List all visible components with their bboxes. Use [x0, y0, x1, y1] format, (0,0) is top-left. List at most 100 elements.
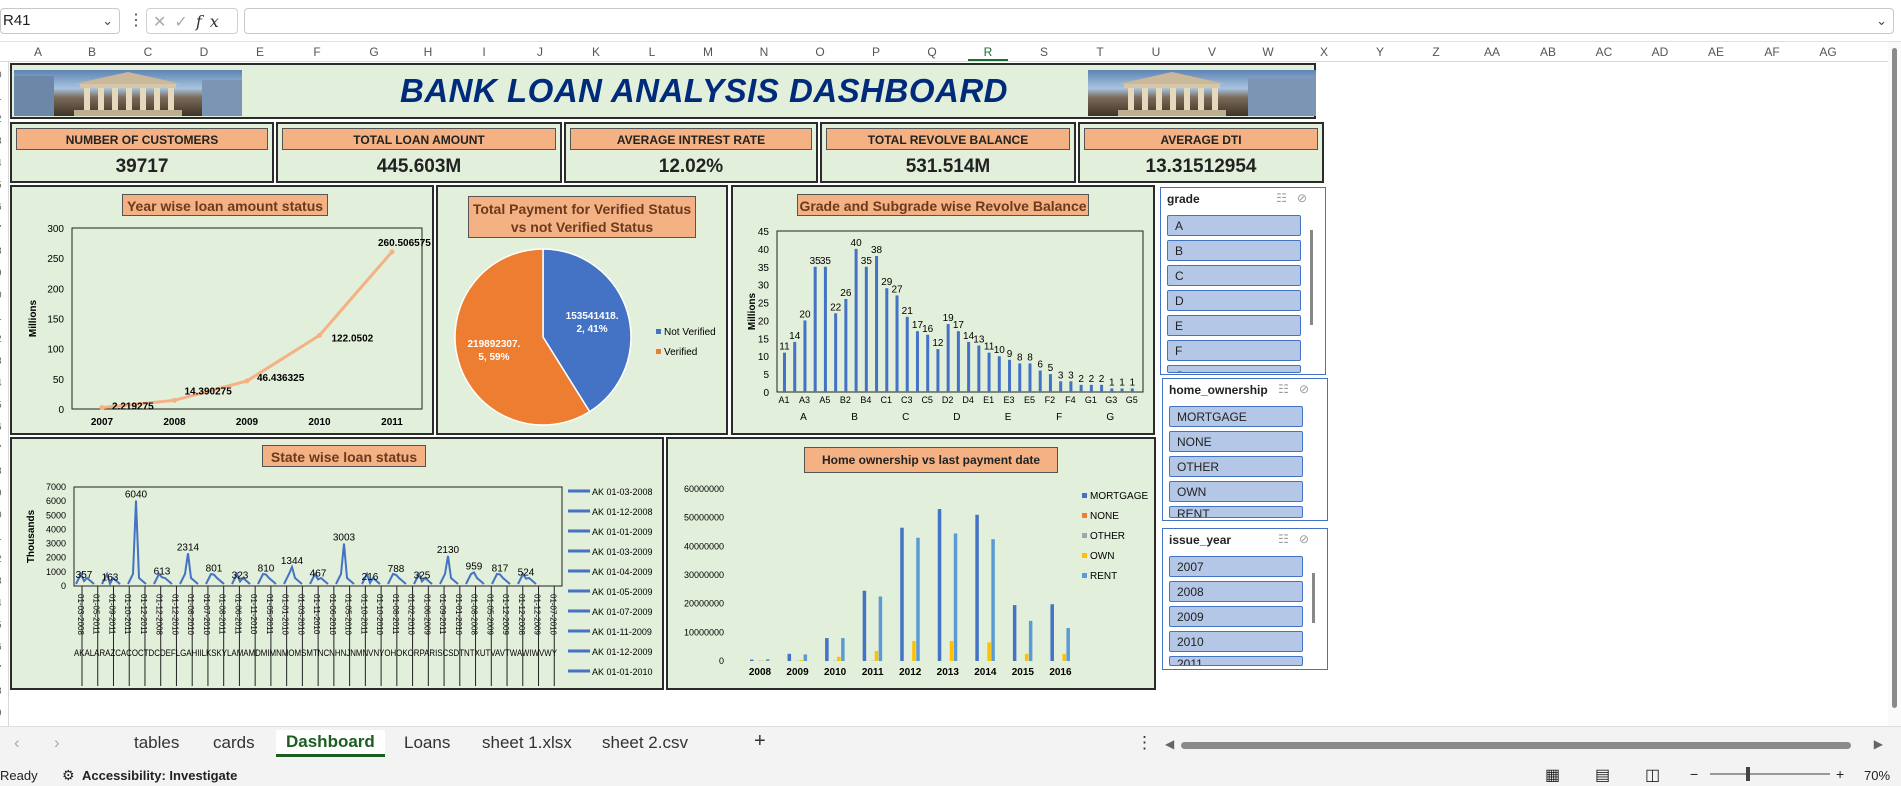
column-header[interactable]: G [354, 45, 394, 59]
slicer-item-home-ownership[interactable]: MORTGAGE [1169, 406, 1303, 427]
column-header[interactable]: U [1136, 45, 1176, 59]
zoom-out-icon[interactable]: − [1690, 766, 1698, 782]
name-box[interactable]: R41 ⌄ [0, 8, 120, 34]
cancel-icon[interactable]: ✕ [153, 14, 174, 31]
column-header[interactable]: AG [1808, 45, 1848, 59]
grade-revolve-chart-panel[interactable]: Grade and Subgrade wise Revolve Balance … [731, 185, 1155, 435]
zoom-slider-handle[interactable] [1746, 767, 1750, 781]
slicer-item-issue-year[interactable]: 2010 [1169, 631, 1303, 652]
row-header[interactable]: 2 [0, 554, 2, 565]
row-header[interactable]: 3 [0, 356, 2, 367]
chevron-down-icon[interactable]: ⌄ [102, 13, 113, 29]
row-header[interactable]: 0 [0, 70, 2, 81]
row-header[interactable]: 4 [0, 378, 2, 389]
slicer-item-home-ownership[interactable]: NONE [1169, 431, 1303, 452]
column-header[interactable]: Y [1360, 45, 1400, 59]
more-options-icon[interactable]: ⋮ [128, 10, 144, 30]
column-header[interactable]: I [464, 45, 504, 59]
enter-icon[interactable]: ✓ [174, 14, 195, 31]
column-header[interactable]: T [1080, 45, 1120, 59]
row-header[interactable]: 5 [0, 400, 2, 411]
row-header[interactable]: 6 [0, 642, 2, 653]
row-header[interactable]: 5 [0, 620, 2, 631]
scroll-right-icon[interactable]: ▶ [1874, 737, 1883, 751]
row-header[interactable]: 2 [0, 334, 2, 345]
slicer-home-ownership[interactable]: home_ownership ☷⊘ MORTGAGE NONE OTHER OW… [1162, 378, 1328, 521]
column-header[interactable]: AF [1752, 45, 1792, 59]
row-header[interactable]: 7 [0, 664, 2, 675]
insert-function-icon[interactable]: fx [196, 12, 227, 31]
row-header[interactable]: 3 [0, 576, 2, 587]
clear-filter-icon[interactable]: ⊘ [1299, 532, 1319, 546]
column-header[interactable]: Z [1416, 45, 1456, 59]
column-header[interactable]: AD [1640, 45, 1680, 59]
slicer-item-issue-year[interactable]: 2007 [1169, 556, 1303, 577]
column-header[interactable]: K [576, 45, 616, 59]
slicer-item-grade[interactable]: D [1167, 290, 1301, 311]
zoom-slider[interactable] [1710, 767, 1830, 781]
column-header[interactable]: AB [1528, 45, 1568, 59]
row-header[interactable]: 4 [0, 598, 2, 609]
multi-select-icon[interactable]: ☷ [1278, 382, 1299, 396]
row-header[interactable]: 1 [0, 532, 2, 543]
tab-loans[interactable]: Loans [404, 733, 450, 753]
column-header[interactable]: N [744, 45, 784, 59]
column-header[interactable]: W [1248, 45, 1288, 59]
multi-select-icon[interactable]: ☷ [1278, 532, 1299, 546]
slicer-item-grade[interactable]: G [1167, 365, 1301, 373]
page-break-icon[interactable]: ◫ [1645, 765, 1660, 785]
column-header[interactable]: O [800, 45, 840, 59]
slicer-scrollbar[interactable] [1312, 573, 1315, 623]
row-header[interactable]: 2 [0, 114, 2, 125]
row-header[interactable]: 6 [0, 422, 2, 433]
row-header[interactable]: 9 [0, 488, 2, 499]
zoom-in-icon[interactable]: + [1836, 766, 1844, 782]
slicer-item-issue-year[interactable]: 2008 [1169, 581, 1303, 602]
slicer-item-grade[interactable]: B [1167, 240, 1301, 261]
column-header[interactable]: B [72, 45, 112, 59]
row-header[interactable]: 1 [0, 92, 2, 103]
row-header[interactable]: 9 [0, 268, 2, 279]
clear-filter-icon[interactable]: ⊘ [1297, 191, 1317, 205]
expand-formula-icon[interactable]: ⌄ [1876, 13, 1887, 29]
payment-verified-chart-panel[interactable]: Total Payment for Verified Status vs not… [436, 185, 728, 435]
state-loan-chart-panel[interactable]: State wise loan status 0 1000 2000 3000 4000… [10, 437, 664, 690]
slicer-item-grade[interactable]: C [1167, 265, 1301, 286]
vertical-scroll-thumb[interactable] [1892, 48, 1897, 708]
column-header[interactable]: S [1024, 45, 1064, 59]
page-layout-icon[interactable]: ▤ [1595, 765, 1610, 785]
slicer-item-grade[interactable]: A [1167, 215, 1301, 236]
row-header[interactable]: 8 [0, 686, 2, 697]
slicer-item-issue-year[interactable]: 2009 [1169, 606, 1303, 627]
column-header[interactable]: P [856, 45, 896, 59]
row-header[interactable]: 5 [0, 180, 2, 191]
slicer-item-issue-year[interactable]: 2011 [1169, 656, 1303, 666]
row-header[interactable]: 6 [0, 202, 2, 213]
row-header[interactable]: 4 [0, 158, 2, 169]
row-header[interactable]: 3 [0, 136, 2, 147]
tab-dashboard[interactable]: Dashboard [276, 730, 385, 757]
row-header[interactable]: 0 [0, 290, 2, 301]
row-header[interactable]: 7 [0, 224, 2, 235]
horizontal-scrollbar[interactable]: ◀ ▶ [1165, 737, 1883, 753]
column-header[interactable]: E [240, 45, 280, 59]
column-header[interactable]: A [18, 45, 58, 59]
formula-input[interactable]: ⌄ [244, 8, 1894, 34]
row-header[interactable]: 7 [0, 444, 2, 455]
column-header[interactable]: J [520, 45, 560, 59]
accessibility-icon[interactable]: ⚙ [62, 767, 75, 784]
slicer-item-grade[interactable]: E [1167, 315, 1301, 336]
vertical-scrollbar[interactable] [1888, 42, 1901, 726]
column-header[interactable]: AA [1472, 45, 1512, 59]
add-sheet-button[interactable]: + [754, 730, 766, 753]
row-header[interactable]: 1 [0, 312, 2, 323]
zoom-level[interactable]: 70% [1864, 768, 1890, 783]
more-sheets-icon[interactable]: ⋮ [1136, 733, 1153, 753]
column-header[interactable]: R [968, 45, 1008, 61]
row-header[interactable]: 9 [0, 708, 2, 719]
next-sheet-icon[interactable]: › [54, 733, 60, 753]
accessibility-status[interactable]: Accessibility: Investigate [82, 768, 237, 783]
scroll-left-icon[interactable]: ◀ [1165, 737, 1174, 751]
slicer-grade[interactable]: grade ☷⊘ A B C D E F G [1160, 187, 1326, 375]
slicer-item-home-ownership[interactable]: RENT [1169, 506, 1303, 518]
